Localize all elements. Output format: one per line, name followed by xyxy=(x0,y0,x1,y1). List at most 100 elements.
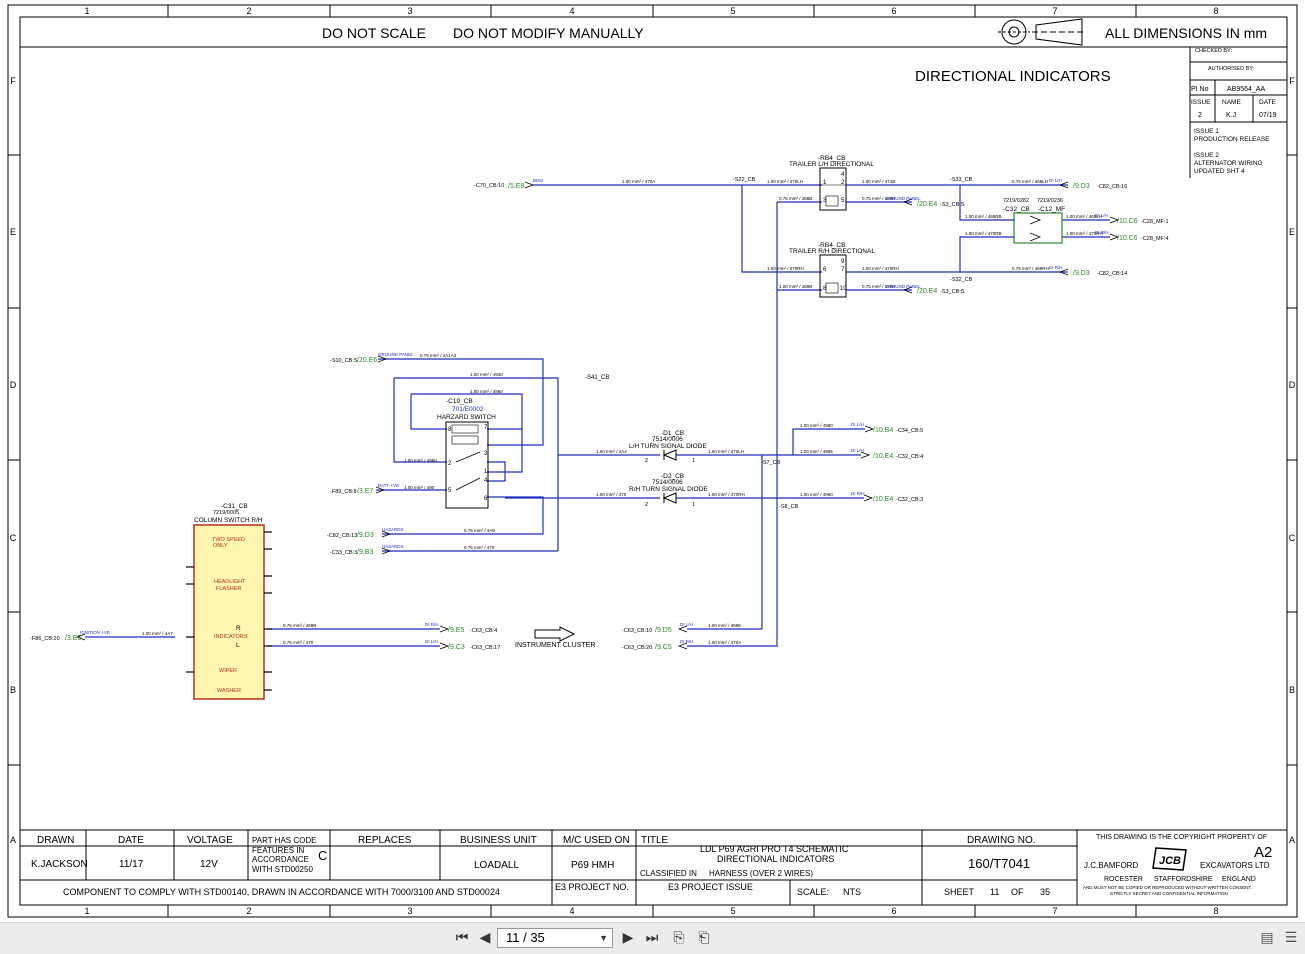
business-unit-value: LOADALL xyxy=(474,860,519,871)
splice-s7: -S7_CB xyxy=(761,460,781,466)
connector-f86: -F86_CB:20 xyxy=(30,636,60,642)
wire-tag: GROUND PANEL xyxy=(885,284,921,289)
connector-c82-16: -C82_CB:16 xyxy=(1097,184,1127,190)
svg-text:1.00 mm² / 4960: 1.00 mm² / 4960 xyxy=(800,492,833,497)
wire-tag: DI L/H xyxy=(1049,178,1062,183)
inner-border xyxy=(19,16,1288,906)
svg-text:7514/0006: 7514/0006 xyxy=(652,479,683,486)
svg-text:WITH STD00250: WITH STD00250 xyxy=(252,865,313,874)
svg-text:8: 8 xyxy=(448,427,452,433)
wire-tag: DI R/H xyxy=(1095,230,1109,235)
revision-note: PRODUCTION RELEASE xyxy=(1194,136,1270,143)
connector-c70: -C70_CB:10 xyxy=(474,183,504,189)
svg-text:DI R/H: DI R/H xyxy=(851,491,865,496)
svg-text:INDICATORS: INDICATORS xyxy=(214,634,248,640)
grid-col-label: 8 xyxy=(1213,906,1218,916)
instrument-cluster-label: INSTRUMENT CLUSTER xyxy=(515,642,595,649)
svg-text:1.00 mm² / 470A: 1.00 mm² / 470A xyxy=(622,179,655,184)
svg-text:1.00 mm² / 469B: 1.00 mm² / 469B xyxy=(779,284,812,289)
first-page-button[interactable]: ⏮ xyxy=(452,929,472,947)
rb4-lh-name: TRAILER L/H DIRECTIONAL xyxy=(789,161,874,168)
projection-symbol-icon xyxy=(998,18,1086,46)
connector-s3-a: -S3_CB:S xyxy=(940,202,965,208)
voltage-label: VOLTAGE xyxy=(187,835,233,846)
of-value: 35 xyxy=(1040,887,1050,897)
svg-text:1.00 mm² / 469RB: 1.00 mm² / 469RB xyxy=(965,214,1002,219)
date-value: 11/17 xyxy=(119,859,144,870)
svg-text:DI L/H: DI L/H xyxy=(851,422,864,427)
svg-text:HARZARD SWITCH: HARZARD SWITCH xyxy=(437,414,496,421)
svg-text:1.00 mm² / 470RH: 1.00 mm² / 470RH xyxy=(862,266,899,271)
grid-row-label: E xyxy=(10,227,16,237)
drawing-title-line1: LDL P69 AGRI PRO T4 SCHEMATIC xyxy=(700,844,849,854)
svg-text:/9.C3: /9.C3 xyxy=(448,644,465,651)
svg-text:R/H TURN SIGNAL DIODE: R/H TURN SIGNAL DIODE xyxy=(629,486,708,493)
svg-text:7: 7 xyxy=(484,425,488,431)
name-label: NAME xyxy=(1222,99,1241,106)
grid-col-label: 3 xyxy=(407,906,412,916)
svg-text:/10.B4: /10.B4 xyxy=(873,427,893,434)
grid-ticks xyxy=(8,5,1297,917)
connector-c63-20: -C63_CB:20 xyxy=(622,645,652,651)
svg-text:HEADLIGHT: HEADLIGHT xyxy=(214,579,246,585)
sheet-value: 11 xyxy=(990,887,999,897)
diode-d2: -D2_CB 7514/0006 R/H TURN SIGNAL DIODE 2… xyxy=(629,473,708,508)
svg-text:/9.D5: /9.D5 xyxy=(655,627,672,634)
s3-a-ref: /20.E4 xyxy=(917,201,937,208)
go-back-view-button[interactable]: ⎘ xyxy=(669,929,689,947)
continuous-view-icon[interactable]: ☰ xyxy=(1282,929,1300,947)
connector-s3-b: -S3_CB:S xyxy=(940,289,965,295)
connector-c32-4: -C32_CB:4 xyxy=(896,454,923,460)
svg-text:/10.E4: /10.E4 xyxy=(873,453,893,460)
e3-project-issue: E3 PROJECT ISSUE xyxy=(668,882,753,892)
connector-c28-1: -C28_MF:1 xyxy=(1141,219,1169,225)
code-value: C xyxy=(318,848,327,863)
go-forward-view-button[interactable]: ⎗ xyxy=(694,929,714,947)
svg-text:2: 2 xyxy=(448,461,452,467)
chevron-down-icon[interactable]: ▼ xyxy=(599,929,608,947)
grid-col-label: 2 xyxy=(246,906,251,916)
svg-text:-C32_CB: -C32_CB xyxy=(1003,206,1030,213)
svg-text:0.75 mm² / 469RH: 0.75 mm² / 469RH xyxy=(1012,266,1049,271)
svg-text:WIPER: WIPER xyxy=(219,668,237,674)
svg-text:IGNITION +VE: IGNITION +VE xyxy=(80,630,110,635)
drawing-title-line2: DIRECTIONAL INDICATORS xyxy=(717,854,834,864)
grid-col-label: 4 xyxy=(569,6,574,16)
svg-text:R: R xyxy=(236,625,241,632)
classified-label: CLASSIFIED IN xyxy=(640,869,697,878)
svg-text:701/E0002: 701/E0002 xyxy=(452,406,484,413)
grid-col-label: 5 xyxy=(730,906,735,916)
page-number-input[interactable]: 11 / 35 ▼ xyxy=(497,928,613,948)
previous-page-button[interactable]: ◀ xyxy=(475,929,495,947)
svg-text:DI R/H: DI R/H xyxy=(425,622,439,627)
svg-text:1.00 mm² / 4A4: 1.00 mm² / 4A4 xyxy=(596,449,627,454)
grid-col-label: 6 xyxy=(891,906,896,916)
instrument-cluster-arrow-icon: INSTRUMENT CLUSTER xyxy=(515,626,595,649)
connector-c70-ref: /5.E8 xyxy=(508,183,524,190)
splice-s33: -S33_CB xyxy=(950,177,973,183)
connector-c34-5: -C34_CB:5 xyxy=(896,428,923,434)
svg-text:AND MUST NOT BE COPIED OR REPR: AND MUST NOT BE COPIED OR REPRODUCED WIT… xyxy=(1083,885,1252,890)
svg-text:DI L/H: DI L/H xyxy=(425,639,438,644)
grid-col-label: 2 xyxy=(246,6,251,16)
svg-text:ACCORDANCE: ACCORDANCE xyxy=(252,855,309,864)
mc-used-on-label: M/C USED ON xyxy=(563,835,630,846)
pi-no-label: PI No xyxy=(1191,86,1209,93)
last-page-button[interactable]: ⏭ xyxy=(642,929,662,947)
svg-text:1.00 mm² / 4940: 1.00 mm² / 4940 xyxy=(470,372,503,377)
copyright-line: THIS DRAWING IS THE COPYRIGHT PROPERTY O… xyxy=(1096,834,1267,841)
column-switch: -C31_CB 7219/0005 COLUMN SWITCH R/H TWO … xyxy=(186,503,272,700)
authorised-by-label: AUTHORISED BY: xyxy=(1208,66,1255,72)
svg-text:7219/0282: 7219/0282 xyxy=(1003,198,1029,204)
single-page-view-icon[interactable]: ▤ xyxy=(1258,929,1276,947)
pi-no-value: AB9564_AA xyxy=(1227,86,1265,93)
connector-c82-13: -C82_CB:13 xyxy=(327,533,357,539)
next-page-button[interactable]: ▶ xyxy=(618,929,638,947)
svg-text:1.00 mm² / 470A: 1.00 mm² / 470A xyxy=(708,640,741,645)
wire-tag: DI R/H xyxy=(1049,265,1063,270)
connector-c63-4: -C63_CB:4 xyxy=(470,628,497,634)
svg-text:HAZARDS: HAZARDS xyxy=(382,527,404,532)
svg-text:FEATURES IN: FEATURES IN xyxy=(252,846,305,855)
pin: 8 xyxy=(823,286,827,292)
svg-text:1.00 mm² / 470: 1.00 mm² / 470 xyxy=(596,492,627,497)
